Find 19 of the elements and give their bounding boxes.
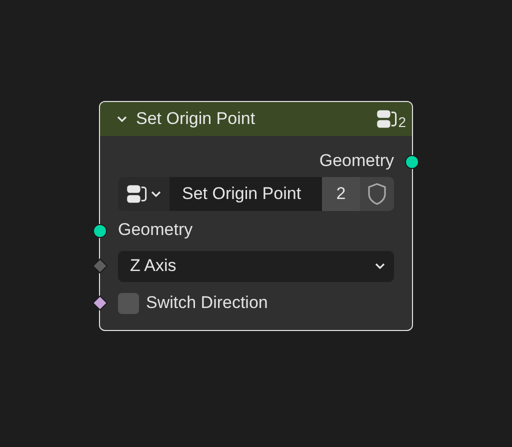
node-group-icon <box>376 108 398 130</box>
socket-label: Geometry <box>319 151 394 171</box>
group-browse-button[interactable] <box>118 177 170 211</box>
axis-dropdown[interactable]: Z Axis <box>118 250 394 282</box>
node-header[interactable]: Set Origin Point 2 <box>100 102 412 136</box>
output-socket[interactable] <box>405 155 419 169</box>
checkbox[interactable] <box>118 292 139 314</box>
group-name-field[interactable]: Set Origin Point <box>170 177 322 211</box>
socket-label: Geometry <box>118 220 193 240</box>
shield-icon <box>366 182 388 206</box>
checkbox-label: Switch Direction <box>146 293 268 313</box>
node-title: Set Origin Point <box>136 109 256 129</box>
input-socket[interactable] <box>92 295 108 311</box>
input-socket[interactable] <box>93 224 107 238</box>
node-group-icon <box>126 183 148 205</box>
fake-user-button[interactable] <box>360 177 394 211</box>
user-count-button[interactable]: 2 <box>322 177 360 211</box>
user-count: 2 <box>398 114 406 130</box>
input-socket[interactable] <box>92 258 108 274</box>
